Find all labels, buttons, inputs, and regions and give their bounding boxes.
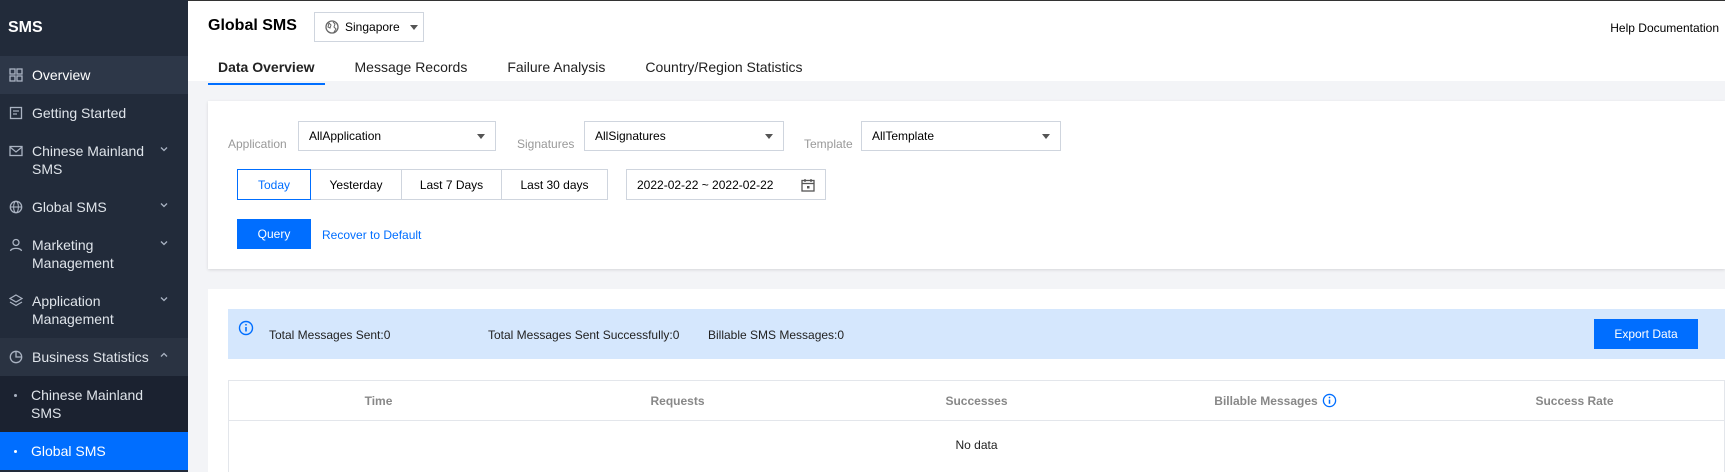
sidebar: SMS Overview Getting Started Chinese Mai… <box>0 0 188 472</box>
recover-to-default-link[interactable]: Recover to Default <box>322 228 421 242</box>
billable-sms-messages: Billable SMS Messages:0 <box>708 328 845 342</box>
summary-bar: Total Messages Sent:0 Total Messages Sen… <box>228 309 1725 359</box>
query-button[interactable]: Query <box>237 219 311 249</box>
caret-down-icon <box>765 134 773 139</box>
column-header-label: Success Rate <box>1535 393 1614 408</box>
document-icon <box>9 106 23 120</box>
sidebar-subitem-chinese-mainland-sms[interactable]: Chinese Mainland SMS <box>0 376 188 432</box>
bullet-dot <box>14 450 17 453</box>
sidebar-item-label: Business Statistics <box>32 349 149 365</box>
column-header-label: Requests <box>650 393 705 408</box>
calendar-icon <box>801 179 815 192</box>
empty-state: No data <box>955 438 998 452</box>
sidebar-subitem-global-sms[interactable]: Global SMS <box>0 432 188 470</box>
signatures-select[interactable]: AllSignatures <box>584 121 784 151</box>
template-select[interactable]: AllTemplate <box>861 121 1061 151</box>
globe-icon <box>9 200 23 214</box>
sidebar-item-label: Chinese Mainland SMS <box>32 143 145 177</box>
layers-icon <box>9 294 23 307</box>
export-data-button[interactable]: Export Data <box>1594 319 1698 349</box>
sidebar-item-label: Marketing Management <box>32 237 114 271</box>
user-icon <box>9 238 23 252</box>
caret-down-icon <box>477 134 485 139</box>
info-icon[interactable] <box>1322 393 1337 408</box>
column-header-successes: Successes <box>827 381 1126 420</box>
column-header-success-rate: Success Rate <box>1425 381 1724 420</box>
chevron-down-icon <box>160 241 168 246</box>
yesterday-button[interactable]: Yesterday <box>311 169 402 200</box>
info-icon <box>238 320 254 336</box>
column-header-label: Successes <box>945 393 1008 408</box>
chevron-down-icon <box>160 203 168 208</box>
globe-icon <box>325 20 339 34</box>
chevron-down-icon <box>160 297 168 302</box>
total-messages-sent: Total Messages Sent:0 <box>269 328 391 342</box>
sidebar-item-label: Global SMS <box>32 199 107 215</box>
sidebar-item-getting-started[interactable]: Getting Started <box>0 94 188 132</box>
signatures-value: AllSignatures <box>595 129 666 143</box>
sidebar-item-application-management[interactable]: Application Management <box>0 282 188 338</box>
column-header-label: Time <box>364 393 393 408</box>
signatures-label: Signatures <box>517 137 575 151</box>
application-select[interactable]: AllApplication <box>298 121 496 151</box>
template-value: AllTemplate <box>872 129 935 143</box>
chevron-down-icon <box>160 147 168 152</box>
sidebar-item-global-sms[interactable]: Global SMS <box>0 188 188 226</box>
bullet-dot <box>14 394 17 397</box>
tab-country-region-statistics[interactable]: Country/Region Statistics <box>635 53 812 85</box>
table-header: Time Requests Successes Billable Message… <box>229 381 1724 421</box>
column-header-requests: Requests <box>528 381 827 420</box>
date-range-picker[interactable]: 2022-02-22 ~ 2022-02-22 <box>626 169 826 200</box>
help-documentation-link[interactable]: Help Documentation <box>1610 21 1719 35</box>
column-header-billable-messages: Billable Messages <box>1126 381 1425 420</box>
sidebar-item-label: Overview <box>32 67 91 83</box>
last-7-days-button[interactable]: Last 7 Days <box>402 169 502 200</box>
application-label: Application <box>228 137 287 151</box>
application-value: AllApplication <box>309 129 382 143</box>
sidebar-item-business-statistics[interactable]: Business Statistics <box>0 338 188 376</box>
region-select[interactable]: Singapore <box>314 12 424 42</box>
brand-title: SMS <box>8 19 43 36</box>
column-header-label: Billable Messages <box>1214 393 1318 408</box>
date-range-value: 2022-02-22 ~ 2022-02-22 <box>637 177 774 192</box>
tab-failure-analysis[interactable]: Failure Analysis <box>497 53 615 85</box>
tab-message-records[interactable]: Message Records <box>345 53 478 85</box>
sidebar-subitem-label: Chinese Mainland SMS <box>31 387 144 421</box>
sidebar-item-chinese-mainland-sms[interactable]: Chinese Mainland SMS <box>0 132 188 188</box>
region-value: Singapore <box>345 20 400 34</box>
sidebar-item-marketing-management[interactable]: Marketing Management <box>0 226 188 282</box>
tab-data-overview[interactable]: Data Overview <box>208 53 325 85</box>
template-label: Template <box>804 137 853 151</box>
caret-down-icon <box>1042 134 1050 139</box>
column-header-time: Time <box>229 381 528 420</box>
pie-chart-icon <box>9 350 23 364</box>
page-header: Global SMS Singapore Help Documentation … <box>188 0 1725 85</box>
sidebar-subitem-label: Global SMS <box>31 443 106 459</box>
page-title: Global SMS <box>208 17 297 34</box>
mail-icon <box>9 145 23 157</box>
today-button[interactable]: Today <box>237 169 311 200</box>
grid-icon <box>9 68 23 82</box>
chevron-up-icon <box>160 352 168 357</box>
data-panel: Total Messages Sent:0 Total Messages Sen… <box>208 289 1725 472</box>
sidebar-item-label: Getting Started <box>32 105 127 121</box>
last-30-days-button[interactable]: Last 30 days <box>502 169 608 200</box>
total-messages-sent-successfully: Total Messages Sent Successfully:0 <box>488 328 680 342</box>
sidebar-item-overview[interactable]: Overview <box>0 56 188 94</box>
date-shortcut-group: Today Yesterday Last 7 Days Last 30 days <box>237 169 608 200</box>
statistics-table: Time Requests Successes Billable Message… <box>228 380 1725 472</box>
sidebar-item-label: Application Management <box>32 293 114 327</box>
caret-down-icon <box>409 24 418 30</box>
filter-panel: Application AllApplication Signatures Al… <box>208 101 1725 269</box>
tab-bar: Data Overview Message Records Failure An… <box>208 53 833 85</box>
